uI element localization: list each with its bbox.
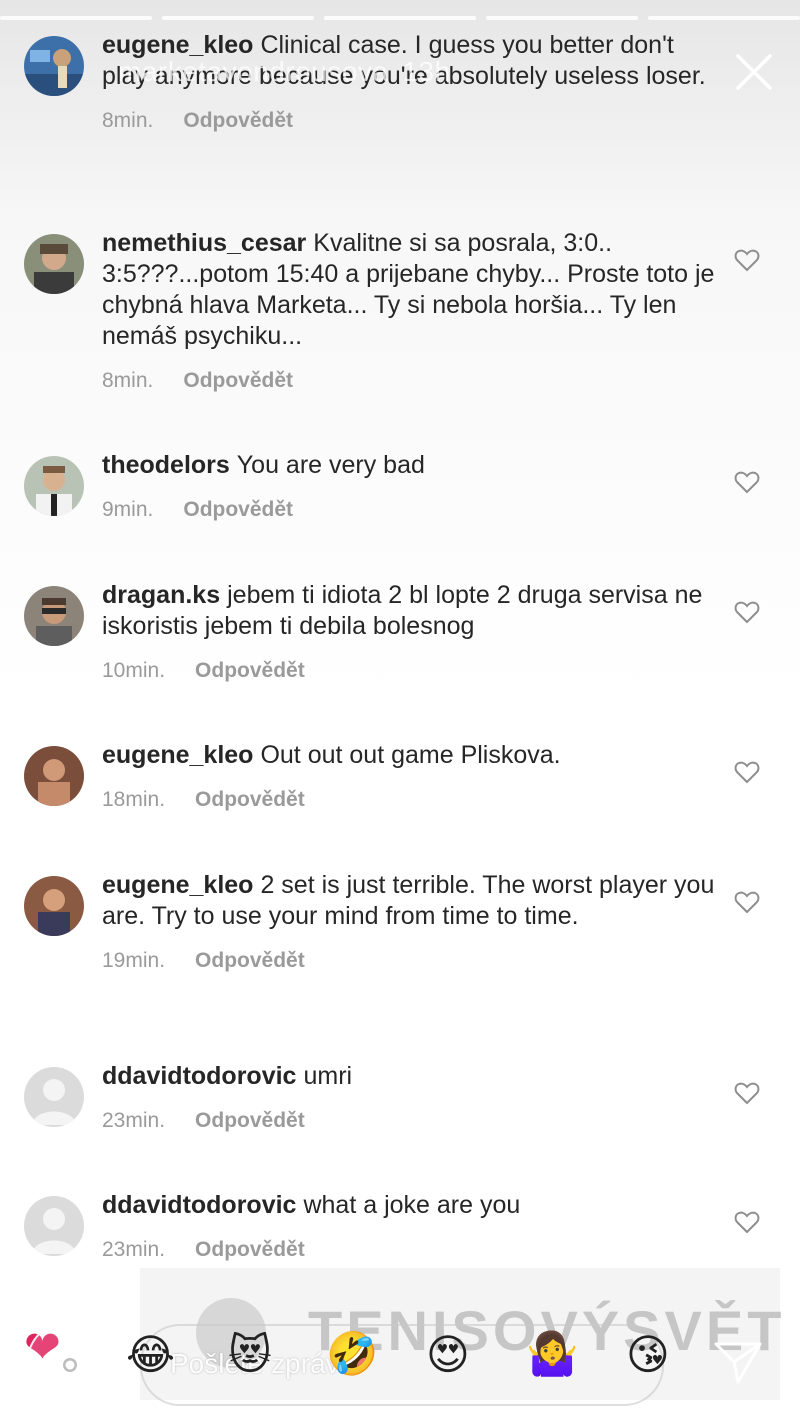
like-button[interactable]	[734, 760, 760, 784]
comment-time: 23min.	[102, 1238, 166, 1261]
default-avatar-icon	[24, 1196, 84, 1256]
comment-item: eugene_kleo Out out out game Pliskova. 18…	[0, 740, 800, 812]
progress-segment	[0, 16, 152, 20]
reaction-emoji[interactable]: 😻	[228, 1330, 272, 1379]
like-button[interactable]	[734, 1081, 760, 1105]
reaction-emoji[interactable]: 🤣	[326, 1330, 378, 1379]
comment-time: 10min.	[102, 659, 166, 682]
comment-username[interactable]: dragan.ks	[102, 581, 220, 609]
story-header: marketavondrousova 13h	[118, 56, 451, 88]
avatar[interactable]	[24, 456, 84, 516]
avatar[interactable]	[24, 234, 84, 294]
comment-username[interactable]: ddavidtodorovic	[102, 1062, 296, 1090]
avatar[interactable]	[24, 1196, 84, 1256]
comment-time: 8min.	[102, 109, 154, 132]
reply-bar: ❤ Pošlete zprávu 😂 😻 🤣 😍 🤷‍♀️ 😘	[0, 1300, 800, 1423]
comment-time: 19min.	[102, 949, 166, 972]
reaction-emoji[interactable]: 😂	[126, 1330, 175, 1379]
like-button[interactable]	[734, 248, 760, 272]
close-button[interactable]	[732, 50, 776, 94]
story-progress-bar	[0, 16, 800, 20]
avatar[interactable]	[24, 586, 84, 646]
heart-icon	[734, 1211, 760, 1234]
close-icon	[736, 54, 772, 90]
comment-item: ddavidtodorovic umri 23min. Odpovědět	[0, 1061, 800, 1133]
comment-username[interactable]: eugene_kleo	[102, 741, 253, 769]
heart-icon	[734, 249, 760, 272]
comment-text: You are very bad	[236, 451, 425, 479]
comment-time: 18min.	[102, 788, 166, 811]
camera-icon	[54, 1349, 86, 1377]
progress-segment	[162, 16, 314, 20]
send-button[interactable]	[712, 1338, 764, 1386]
comment-time: 23min.	[102, 1109, 166, 1132]
like-button[interactable]	[734, 890, 760, 914]
heart-icon	[734, 601, 760, 624]
comment-text: umri	[303, 1062, 353, 1090]
heart-icon	[734, 761, 760, 784]
send-icon	[714, 1342, 762, 1384]
comment-time: 8min.	[102, 369, 154, 392]
default-avatar-icon	[24, 1067, 84, 1127]
comment-item: theodelors You are very bad 9min. Odpovědě…	[0, 450, 800, 522]
progress-segment	[648, 16, 800, 20]
reply-button[interactable]: Odpovědět	[195, 788, 305, 811]
heart-icon	[734, 1082, 760, 1105]
avatar[interactable]	[24, 1067, 84, 1127]
comment-time: 9min.	[102, 498, 154, 521]
reply-button[interactable]: Odpovědět	[183, 109, 293, 132]
comment-username[interactable]: eugene_kleo	[102, 31, 253, 59]
comment-username[interactable]: theodelors	[102, 451, 230, 479]
reply-button[interactable]: Odpovědět	[183, 498, 293, 521]
avatar[interactable]	[24, 746, 84, 806]
progress-segment	[486, 16, 638, 20]
story-time: 13h	[402, 56, 451, 87]
heart-icon	[734, 471, 760, 494]
heart-icon	[734, 891, 760, 914]
comment-item: dragan.ks jebem ti idiota 2 bl lopte 2 dr…	[0, 580, 800, 683]
like-button[interactable]	[734, 470, 760, 494]
like-button[interactable]	[734, 600, 760, 624]
comment-username[interactable]: eugene_kleo	[102, 871, 253, 899]
reply-button[interactable]: Odpovědět	[195, 1238, 305, 1261]
reply-button[interactable]: Odpovědět	[195, 949, 305, 972]
comment-username[interactable]: nemethius_cesar	[102, 229, 306, 257]
comment-item: nemethius_cesar Kvalitne si sa posrala, 3…	[0, 228, 800, 393]
reaction-emoji[interactable]: 🤷‍♀️	[526, 1330, 578, 1379]
camera-button[interactable]	[26, 1320, 114, 1408]
comment-item: ddavidtodorovic what a joke are you 23min…	[0, 1190, 800, 1262]
reaction-emoji[interactable]: 😍	[426, 1330, 470, 1379]
progress-segment	[324, 16, 476, 20]
comment-item: eugene_kleo 2 set is just terrible. The w…	[0, 870, 800, 973]
story-username[interactable]: marketavondrousova	[118, 56, 388, 87]
avatar[interactable]	[24, 36, 84, 96]
comment-text: Out out out game Pliskova.	[260, 741, 561, 769]
comment-text: what a joke are you	[303, 1191, 521, 1219]
like-button[interactable]	[734, 1210, 760, 1234]
reaction-emoji[interactable]: 😘	[626, 1330, 670, 1379]
comment-username[interactable]: ddavidtodorovic	[102, 1191, 296, 1219]
reply-button[interactable]: Odpovědět	[195, 1109, 305, 1132]
avatar[interactable]	[24, 876, 84, 936]
reply-button[interactable]: Odpovědět	[183, 369, 293, 392]
reply-button[interactable]: Odpovědět	[195, 659, 305, 682]
